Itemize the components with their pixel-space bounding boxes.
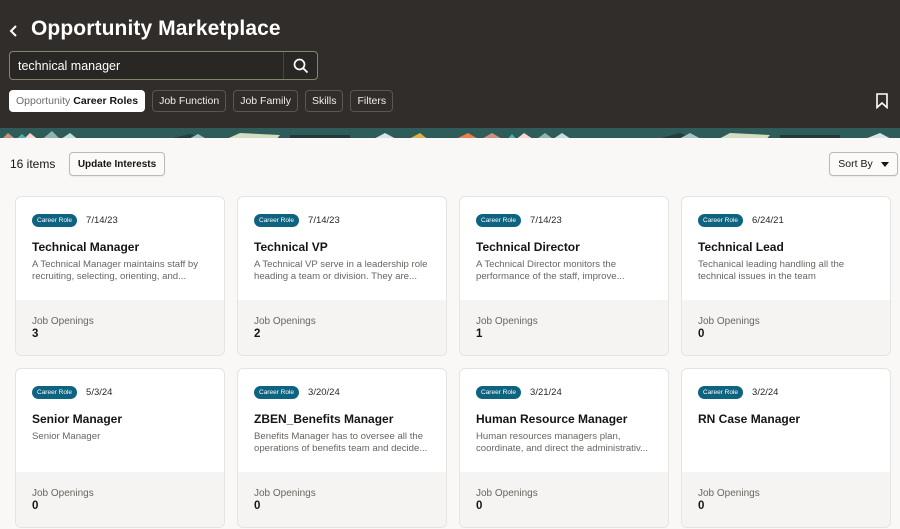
career-role-badge: Career Role bbox=[254, 213, 300, 227]
card-date: 7/14/23 bbox=[308, 214, 340, 226]
career-role-card[interactable]: Career Role 5/3/24 Senior Manager Senior … bbox=[15, 368, 225, 528]
card-title[interactable]: Senior Manager bbox=[32, 412, 208, 426]
card-description: Human resources managers plan, coordinat… bbox=[476, 431, 649, 454]
page-header: Opportunity Marketplace Opportunity Care… bbox=[0, 0, 900, 128]
caret-down-icon bbox=[880, 161, 889, 167]
card-date: 3/2/24 bbox=[752, 386, 779, 398]
job-openings-count: 1 bbox=[476, 328, 483, 340]
card-date: 7/14/23 bbox=[530, 214, 562, 226]
card-title[interactable]: Technical Manager bbox=[32, 240, 208, 254]
card-description: A Technical Director monitors the perfor… bbox=[476, 259, 625, 282]
card-title[interactable]: Human Resource Manager bbox=[476, 412, 652, 426]
job-openings-label: Job Openings bbox=[698, 488, 760, 499]
career-role-badge: Career Role bbox=[698, 213, 744, 227]
career-role-badge: Career Role bbox=[698, 385, 744, 399]
career-role-card[interactable]: Career Role 3/21/24 Human Resource Manage… bbox=[459, 368, 669, 528]
job-openings-count: 2 bbox=[254, 328, 261, 340]
card-description: Techanical leading handling all the tech… bbox=[698, 259, 845, 282]
update-interests-button[interactable]: Update Interests bbox=[69, 152, 165, 176]
filter-chip-skills[interactable]: Skills bbox=[304, 90, 344, 112]
card-title[interactable]: Technical Lead bbox=[698, 240, 874, 254]
chevron-left-icon bbox=[9, 25, 17, 37]
search-box bbox=[9, 51, 318, 80]
card-date: 5/3/24 bbox=[86, 386, 113, 398]
card-description: Benefits Manager has to oversee all the … bbox=[254, 431, 428, 454]
career-role-card[interactable]: Career Role 3/2/24 RN Case Manager Job Op… bbox=[681, 368, 891, 528]
search-icon bbox=[293, 58, 308, 73]
career-role-card[interactable]: Career Role 6/24/21 Technical Lead Techan… bbox=[681, 196, 891, 356]
chip-prefix: Opportunity bbox=[16, 95, 71, 107]
filter-bar: Opportunity Career Roles Job Function Jo… bbox=[9, 90, 394, 112]
job-openings-count: 0 bbox=[698, 500, 705, 512]
card-title[interactable]: RN Case Manager bbox=[698, 412, 874, 426]
card-date: 3/20/24 bbox=[308, 386, 340, 398]
card-description: A Technical Manager maintains staff by r… bbox=[32, 259, 199, 282]
job-openings-label: Job Openings bbox=[476, 316, 538, 327]
decorative-banner bbox=[0, 128, 900, 138]
job-openings-label: Job Openings bbox=[254, 316, 316, 327]
card-description: A Technical VP serve in a leadership rol… bbox=[254, 259, 428, 282]
card-title[interactable]: Technical VP bbox=[254, 240, 430, 254]
card-title[interactable]: Technical Director bbox=[476, 240, 652, 254]
page-title: Opportunity Marketplace bbox=[31, 17, 281, 40]
career-role-badge: Career Role bbox=[32, 385, 78, 399]
job-openings-label: Job Openings bbox=[254, 488, 316, 499]
career-role-badge: Career Role bbox=[476, 385, 522, 399]
card-description: Senior Manager bbox=[32, 431, 101, 442]
back-button[interactable] bbox=[7, 22, 21, 40]
card-date: 6/24/21 bbox=[752, 214, 784, 226]
filter-chip-filters[interactable]: Filters bbox=[350, 90, 394, 112]
career-role-card[interactable]: Career Role 3/20/24 ZBEN_Benefits Manager… bbox=[237, 368, 447, 528]
career-role-badge: Career Role bbox=[476, 213, 522, 227]
sort-by-label: Sort By bbox=[838, 158, 873, 170]
sort-by-button[interactable]: Sort By bbox=[829, 152, 898, 176]
chip-label: Career Roles bbox=[73, 95, 139, 107]
career-role-card[interactable]: Career Role 7/14/23 Technical VP A Techni… bbox=[237, 196, 447, 356]
career-role-badge: Career Role bbox=[254, 385, 300, 399]
card-date: 7/14/23 bbox=[86, 214, 118, 226]
filter-chip-career-roles[interactable]: Opportunity Career Roles bbox=[9, 90, 146, 112]
career-role-badge: Career Role bbox=[32, 213, 78, 227]
filter-chip-job-function[interactable]: Job Function bbox=[152, 90, 227, 112]
career-role-grid: Career Role 7/14/23 Technical Manager A T… bbox=[15, 196, 891, 528]
bookmark-button[interactable] bbox=[875, 93, 889, 110]
item-count: 16 items bbox=[10, 157, 56, 171]
career-role-card[interactable]: Career Role 7/14/23 Technical Manager A T… bbox=[15, 196, 225, 356]
card-date: 3/21/24 bbox=[530, 386, 562, 398]
filter-chip-job-family[interactable]: Job Family bbox=[233, 90, 298, 112]
job-openings-count: 0 bbox=[32, 500, 39, 512]
job-openings-label: Job Openings bbox=[476, 488, 538, 499]
card-title[interactable]: ZBEN_Benefits Manager bbox=[254, 412, 430, 426]
job-openings-count: 0 bbox=[698, 328, 705, 340]
search-input[interactable] bbox=[10, 52, 283, 79]
job-openings-count: 0 bbox=[476, 500, 483, 512]
job-openings-count: 0 bbox=[254, 500, 261, 512]
job-openings-label: Job Openings bbox=[698, 316, 760, 327]
job-openings-count: 3 bbox=[32, 328, 39, 340]
job-openings-label: Job Openings bbox=[32, 488, 94, 499]
bookmark-icon bbox=[876, 93, 888, 110]
banner-pattern bbox=[0, 131, 900, 138]
search-button[interactable] bbox=[283, 52, 317, 79]
job-openings-label: Job Openings bbox=[32, 316, 94, 327]
career-role-card[interactable]: Career Role 7/14/23 Technical Director A … bbox=[459, 196, 669, 356]
